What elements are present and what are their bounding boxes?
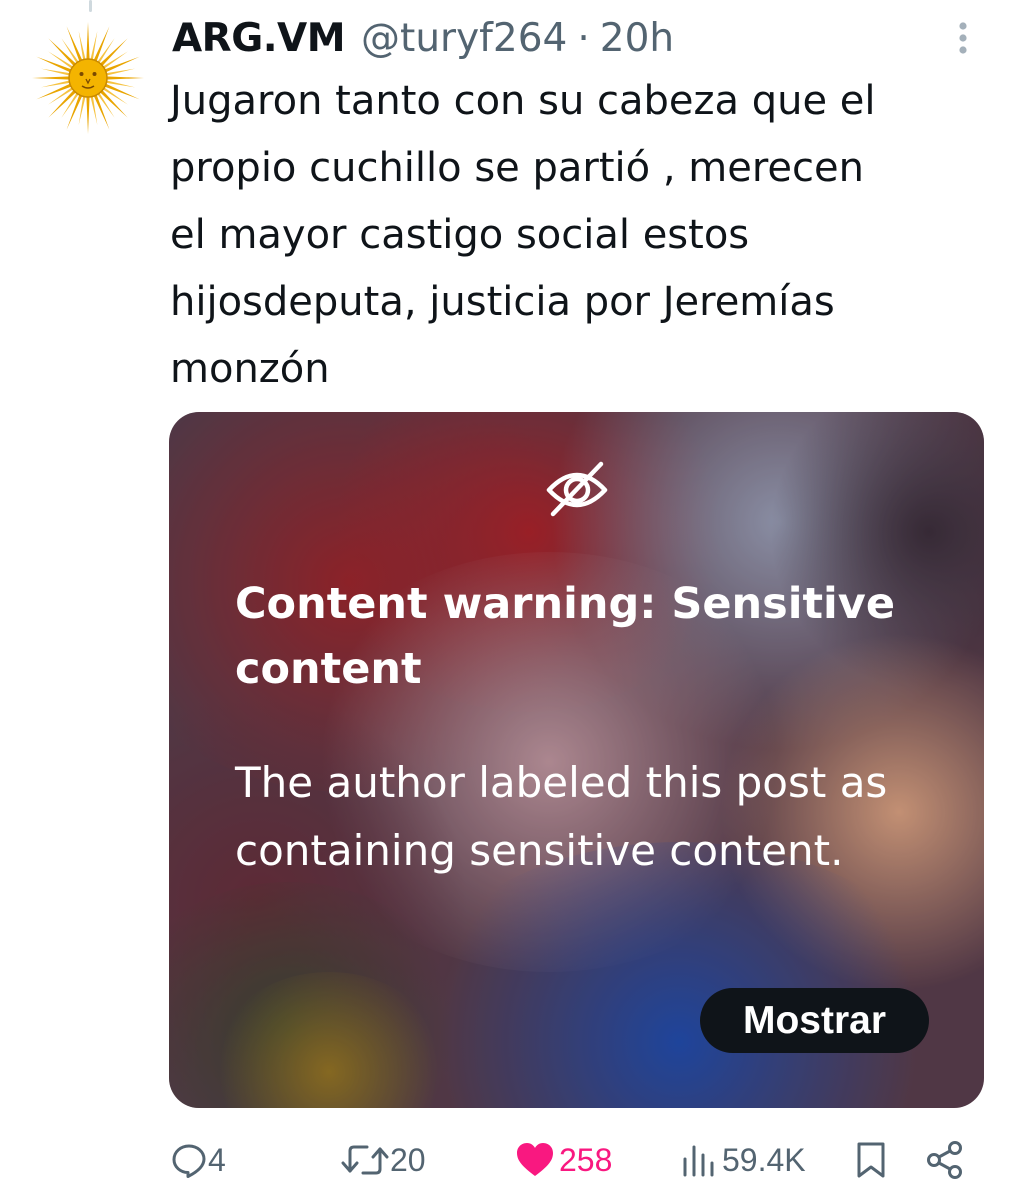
sun-ray	[99, 38, 128, 67]
repost-button[interactable]: 20	[340, 1128, 426, 1192]
more-options-button[interactable]	[946, 18, 980, 58]
sun-ray	[86, 22, 90, 61]
post-actions-bar: 4 20 258 59.4K	[0, 1128, 1017, 1192]
post-timestamp[interactable]: 20h	[600, 16, 674, 61]
avatar[interactable]	[30, 20, 146, 136]
author-handle[interactable]: @turyf264	[361, 16, 567, 61]
sun-ray	[32, 76, 71, 80]
content-warning-description: The author labeled this post as containi…	[235, 758, 888, 875]
views-icon	[683, 1145, 714, 1177]
like-count: 258	[559, 1141, 613, 1178]
share-icon	[927, 1141, 962, 1179]
bookmark-icon	[857, 1142, 885, 1178]
bookmark-button[interactable]	[855, 1128, 887, 1192]
eye-slash-icon	[546, 461, 608, 517]
reply-count: 4	[208, 1141, 226, 1178]
sun-ray	[105, 76, 144, 80]
sun-ray	[48, 89, 77, 118]
view-count: 59.4K	[722, 1141, 806, 1178]
reply-button[interactable]: 4	[170, 1128, 226, 1192]
repost-icon	[341, 1145, 389, 1175]
post-header: ARG.VM @turyf264 · 20h	[172, 10, 674, 66]
sun-ray	[99, 89, 128, 118]
post: ARG.VM @turyf264 · 20h Jugaron tanto con…	[0, 0, 1017, 1200]
views-button[interactable]: 59.4K	[680, 1128, 806, 1192]
sun-ray	[86, 95, 90, 134]
reply-icon	[172, 1144, 206, 1178]
sol-de-mayo-icon	[32, 22, 144, 134]
repost-count: 20	[390, 1141, 426, 1178]
show-sensitive-media-button[interactable]: Mostrar	[700, 988, 929, 1053]
content-warning-title: Content warning: Sensitive content	[235, 579, 895, 694]
share-button[interactable]	[925, 1128, 965, 1192]
heart-icon	[517, 1143, 553, 1176]
sun-ray	[48, 38, 77, 67]
more-vertical-icon	[959, 22, 967, 54]
like-button[interactable]: 258	[515, 1128, 612, 1192]
author-display-name[interactable]: ARG.VM	[172, 16, 346, 61]
post-text: Jugaron tanto con su cabeza que el propi…	[170, 78, 876, 392]
separator-dot: ·	[577, 15, 590, 61]
thread-connector-line	[89, 0, 92, 12]
